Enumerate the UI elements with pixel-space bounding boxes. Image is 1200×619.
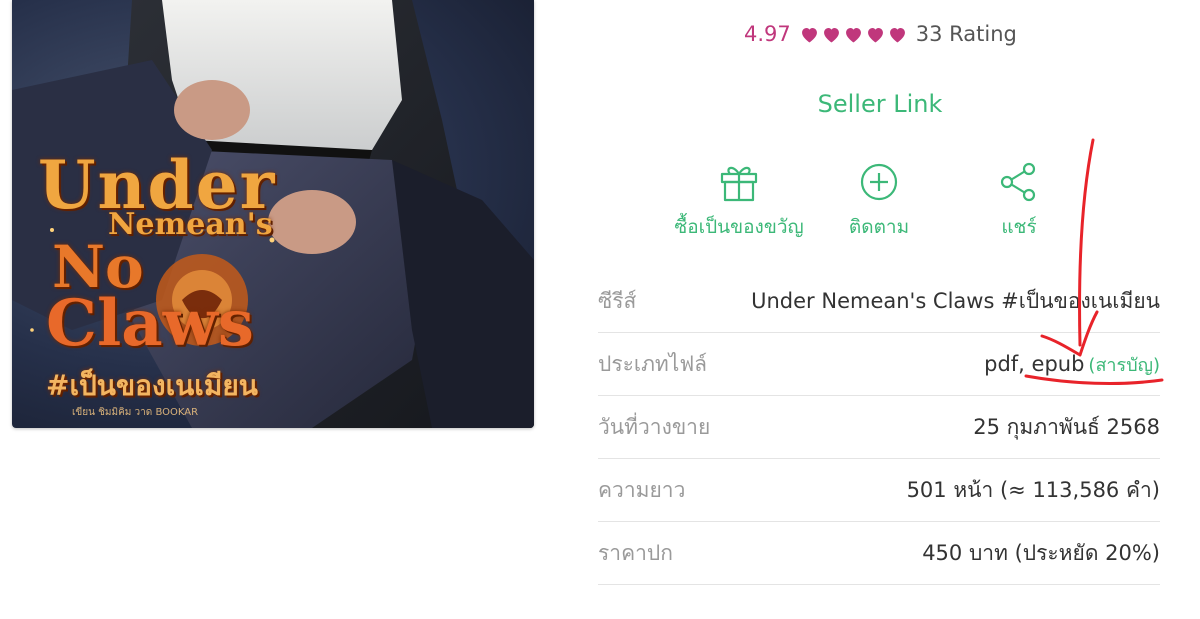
cover-title-thai: #เป็นของเนเมียน <box>46 369 258 402</box>
info-value-length: 501 หน้า (≈ 113,586 คำ) <box>906 477 1160 502</box>
info-value-series[interactable]: Under Nemean's Claws #เป็นของเนเมียน <box>751 285 1160 318</box>
info-row-file-type: ประเภทไฟล์ pdf, epub (สารบัญ) <box>598 333 1160 396</box>
rating-count: 33 Rating <box>915 22 1017 46</box>
info-row-length: ความยาว 501 หน้า (≈ 113,586 คำ) <box>598 459 1160 522</box>
heart-icon <box>801 27 817 42</box>
gift-button[interactable]: ซื้อเป็นของขวัญ <box>664 160 814 242</box>
info-row-release-date: วันที่วางขาย 25 กุมภาพันธ์ 2568 <box>598 396 1160 459</box>
info-value-file-type-wrap: pdf, epub (สารบัญ) <box>984 350 1160 379</box>
follow-button[interactable]: ติดตาม <box>804 160 954 242</box>
info-value-release-date: 25 กุมภาพันธ์ 2568 <box>973 414 1160 439</box>
share-button[interactable]: แชร์ <box>944 160 1094 242</box>
rating-summary[interactable]: 4.97 33 Rating <box>744 20 1017 48</box>
info-value-file-type: pdf, epub <box>984 351 1085 376</box>
heart-icon <box>845 27 861 42</box>
info-row-price: ราคาปก 450 บาท (ประหยัด 20%) <box>598 522 1160 585</box>
info-label-length: ความยาว <box>598 477 686 502</box>
share-button-label: แชร์ <box>1001 216 1037 238</box>
cover-title-claws: Claws <box>46 286 254 361</box>
info-label-release-date: วันที่วางขาย <box>598 414 711 439</box>
plus-circle-icon <box>860 163 898 201</box>
info-value-price: 450 บาท (ประหยัด 20%) <box>922 540 1160 565</box>
info-label-series: ซีรีส์ <box>598 288 637 313</box>
info-label-price: ราคาปก <box>598 540 673 565</box>
cover-credit: เขียน ชิมมิคิม วาด BOOKAR <box>72 407 199 418</box>
gift-icon <box>720 166 758 202</box>
follow-button-label: ติดตาม <box>848 216 910 238</box>
gift-button-label: ซื้อเป็นของขวัญ <box>674 216 804 238</box>
rating-value: 4.97 <box>744 22 791 46</box>
heart-icon <box>889 27 905 42</box>
heart-icon <box>867 27 883 42</box>
book-cover-image[interactable]: Under Nemean's No Claws #เป็นของเนเมียน … <box>12 0 534 428</box>
seller-link[interactable]: Seller Link <box>600 90 1160 118</box>
table-of-contents-link[interactable]: (สารบัญ) <box>1088 355 1160 376</box>
heart-icon <box>823 27 839 42</box>
rating-hearts <box>799 24 908 45</box>
info-row-series: ซีรีส์ Under Nemean's Claws #เป็นของเนเม… <box>598 270 1160 333</box>
info-label-file-type: ประเภทไฟล์ <box>598 351 708 376</box>
share-icon <box>1000 162 1036 202</box>
book-info-table: ซีรีส์ Under Nemean's Claws #เป็นของเนเม… <box>598 270 1160 585</box>
